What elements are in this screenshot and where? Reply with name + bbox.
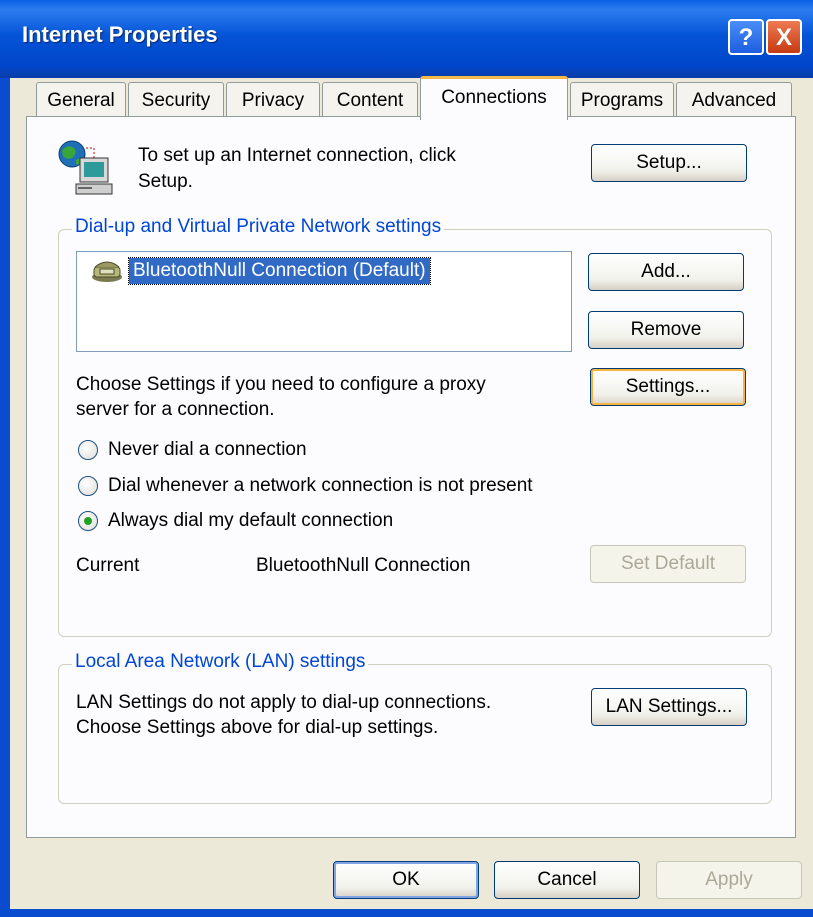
dialup-phone-icon [92,261,122,282]
tab-label: General [47,90,115,111]
tab-label: Programs [580,90,664,111]
radio-dial-whenever-label[interactable]: Dial whenever a network connection is no… [108,473,533,498]
add-button[interactable]: Add... [588,253,744,291]
tab-advanced[interactable]: Advanced [676,82,792,118]
network-globe-computer-icon [58,140,113,195]
settings-description-line1: Choose Settings if you need to configure… [76,374,486,395]
set-default-button[interactable]: Set Default [590,545,746,583]
radio-never-dial-label[interactable]: Never dial a connection [108,437,307,462]
tab-security[interactable]: Security [128,82,224,118]
settings-button[interactable]: Settings... [590,368,746,406]
setup-button[interactable]: Setup... [591,144,747,182]
tab-label: Security [141,90,211,111]
lan-description-line2: Choose Settings above for dial-up settin… [76,717,439,738]
dialup-vpn-group-label: Dial-up and Virtual Private Network sett… [72,216,445,238]
window-frame-bottom [0,909,813,917]
connections-list[interactable]: BluetoothNull Connection (Default) [76,251,572,352]
cancel-button[interactable]: Cancel [494,861,640,899]
internet-properties-window: Internet Properties ? X General Security… [0,0,813,917]
settings-description-line2: server for a connection. [76,399,275,420]
close-button[interactable]: X [766,19,802,55]
tab-label: Content [336,90,404,111]
tab-label: Connections [441,87,547,108]
radio-never-dial[interactable] [78,440,98,460]
apply-button[interactable]: Apply [656,861,802,899]
setup-description-line2: Setup. [138,171,193,192]
connection-name: BluetoothNull Connection (Default) [128,257,431,285]
current-label: Current [76,555,140,576]
setup-description-line1: To set up an Internet connection, click [138,145,456,166]
radio-always-dial[interactable] [78,511,98,531]
window-frame-left [0,78,10,917]
window-title: Internet Properties [22,22,218,47]
tab-connections[interactable]: Connections [420,76,568,120]
tab-content[interactable]: Content [322,82,418,118]
tab-privacy[interactable]: Privacy [226,82,320,118]
current-connection-value: BluetoothNull Connection [256,555,471,576]
tab-general[interactable]: General [36,82,126,118]
tab-label: Privacy [241,90,305,111]
tab-label: Advanced [691,90,777,111]
ok-button[interactable]: OK [333,861,479,899]
lan-settings-button[interactable]: LAN Settings... [591,688,747,726]
remove-button[interactable]: Remove [588,311,744,349]
tab-programs[interactable]: Programs [570,82,674,118]
radio-dial-whenever[interactable] [78,476,98,496]
title-bar[interactable]: Internet Properties ? X [0,0,813,78]
lan-description-line1: LAN Settings do not apply to dial-up con… [76,692,492,713]
radio-always-dial-label[interactable]: Always dial my default connection [108,508,393,533]
help-button[interactable]: ? [728,19,764,55]
lan-settings-group-label: Local Area Network (LAN) settings [72,651,369,673]
